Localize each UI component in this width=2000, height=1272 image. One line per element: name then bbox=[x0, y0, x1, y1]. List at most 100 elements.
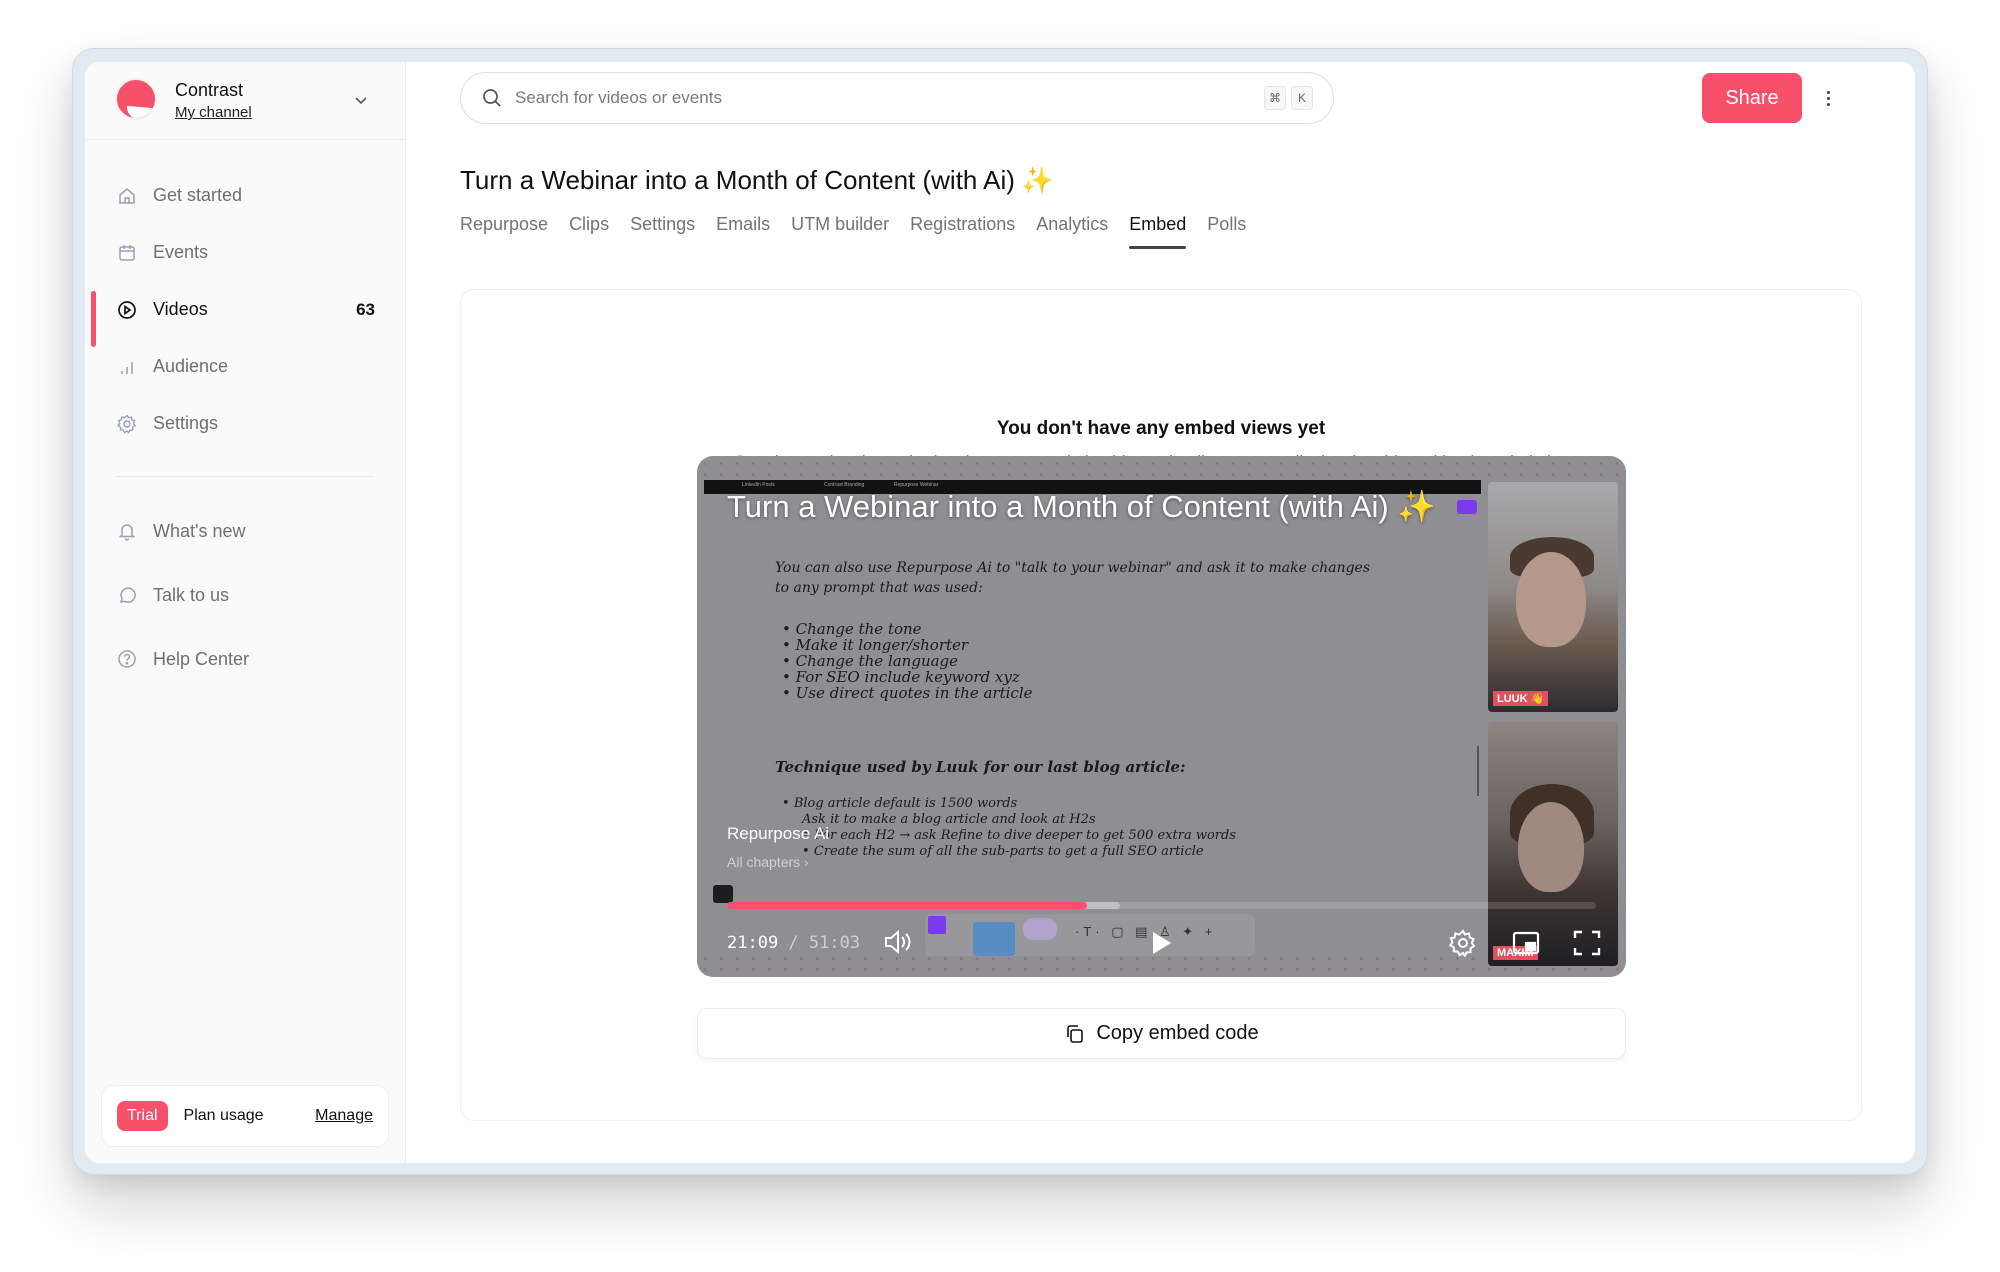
fullscreen-icon[interactable] bbox=[1573, 930, 1601, 956]
sidebar-item-get-started[interactable]: Get started bbox=[85, 167, 405, 224]
video-note-line: You can also use Repurpose Ai to "talk t… bbox=[775, 560, 1371, 576]
share-button[interactable]: Share bbox=[1702, 73, 1802, 123]
manage-plan-link[interactable]: Manage bbox=[315, 1107, 373, 1125]
embed-card: You don't have any embed views yet Start… bbox=[460, 289, 1862, 1121]
sidebar-item-label: Talk to us bbox=[153, 584, 230, 605]
videos-count-badge: 63 bbox=[356, 299, 375, 319]
brand-logo bbox=[115, 78, 157, 120]
home-icon bbox=[116, 185, 138, 207]
whiteboard-dots bbox=[697, 953, 1626, 975]
toolbar-tools: ·T· ▢ ▤ ♙ ✦ + bbox=[1075, 924, 1217, 939]
command-key: ⌘ bbox=[1264, 86, 1286, 110]
video-note-heading: Technique used by Luuk for our last blog… bbox=[775, 758, 1186, 776]
bell-icon bbox=[116, 520, 138, 542]
search-shortcut: ⌘ K bbox=[1264, 86, 1313, 110]
sidebar: Contrast My channel Get started Events V… bbox=[85, 62, 406, 1163]
channel-switcher[interactable]: Contrast My channel bbox=[85, 62, 405, 140]
all-chapters-link[interactable]: All chapters › bbox=[727, 854, 809, 870]
picture-in-picture-icon[interactable] bbox=[1512, 931, 1540, 955]
more-options-icon[interactable] bbox=[1818, 83, 1838, 113]
gear-icon bbox=[116, 413, 138, 435]
video-tabs: Repurpose Clips Settings Emails UTM buil… bbox=[460, 214, 1267, 249]
video-note-sub-bullet: • For each H2 → ask Refine to dive deepe… bbox=[802, 828, 1236, 843]
main-content: Search for videos or events ⌘ K Share Tu… bbox=[406, 62, 1915, 1163]
sidebar-item-label: Settings bbox=[153, 413, 219, 433]
sidebar-item-talk-to-us[interactable]: Talk to us bbox=[85, 563, 405, 627]
secondary-nav: What's new Talk to us Help Center bbox=[85, 499, 405, 691]
settings-gear-icon[interactable] bbox=[1449, 929, 1477, 957]
k-key: K bbox=[1291, 86, 1313, 110]
brand-name: Contrast bbox=[175, 80, 244, 100]
copy-embed-code-label: Copy embed code bbox=[1096, 1022, 1259, 1044]
sidebar-item-label: What's new bbox=[153, 520, 246, 541]
toolbar-sticky-note bbox=[973, 922, 1015, 956]
chevron-down-icon[interactable] bbox=[351, 90, 371, 110]
video-inner-scrollbar bbox=[1477, 746, 1479, 796]
sidebar-item-help-center[interactable]: Help Center bbox=[85, 627, 405, 691]
sidebar-item-label: Help Center bbox=[153, 648, 250, 669]
sidebar-item-videos[interactable]: Videos 63 bbox=[85, 281, 405, 347]
play-circle-icon bbox=[116, 299, 138, 321]
tab-embed[interactable]: Embed bbox=[1129, 214, 1187, 249]
chapter-title: Repurpose Ai bbox=[727, 824, 830, 843]
tab-repurpose[interactable]: Repurpose bbox=[460, 214, 548, 249]
speaker-face bbox=[1516, 552, 1586, 647]
volume-icon[interactable] bbox=[883, 928, 913, 956]
duration: 51:03 bbox=[808, 933, 861, 953]
tab-polls[interactable]: Polls bbox=[1207, 214, 1246, 249]
copy-icon bbox=[1067, 1024, 1084, 1043]
video-note-sub-bullet: • Blog article default is 1500 words bbox=[782, 796, 1018, 811]
sidebar-item-label: Events bbox=[153, 242, 209, 262]
calendar-icon bbox=[116, 242, 138, 264]
video-player[interactable]: LinkedIn Posts Contrast Branding Repurpo… bbox=[697, 456, 1626, 977]
sidebar-item-label: Videos bbox=[153, 299, 208, 319]
search-placeholder: Search for videos or events bbox=[515, 88, 722, 107]
sidebar-item-audience[interactable]: Audience bbox=[85, 338, 405, 395]
tab-clips[interactable]: Clips bbox=[569, 214, 609, 249]
sparkle-icon: ✨ bbox=[1020, 165, 1054, 195]
search-icon bbox=[483, 89, 501, 107]
whiteboard-dots bbox=[697, 458, 1626, 480]
page-title: Turn a Webinar into a Month of Content (… bbox=[460, 165, 1053, 196]
primary-nav: Get started Events Videos 63 Audience Se… bbox=[85, 167, 405, 452]
speaker-name-tag: LUUK 👋 bbox=[1493, 691, 1549, 706]
video-progress-fill bbox=[727, 902, 1087, 909]
video-note-line: to any prompt that was used: bbox=[775, 580, 983, 596]
tab-utm-builder[interactable]: UTM builder bbox=[791, 214, 889, 249]
sidebar-item-settings[interactable]: Settings bbox=[85, 395, 405, 452]
whiteboard-toolbar: ·T· ▢ ▤ ♙ ✦ + bbox=[925, 914, 1255, 956]
toolbar-pointer bbox=[928, 916, 946, 934]
bar-chart-icon bbox=[116, 356, 138, 378]
copy-embed-code-button[interactable]: Copy embed code bbox=[697, 1008, 1626, 1059]
sidebar-item-events[interactable]: Events bbox=[85, 224, 405, 281]
app-window: Contrast My channel Get started Events V… bbox=[85, 62, 1915, 1163]
video-note-sub-bullet: Ask it to make a blog article and look a… bbox=[802, 812, 1096, 827]
video-time: 21:09 / 51:03 bbox=[727, 933, 861, 953]
tab-emails[interactable]: Emails bbox=[716, 214, 770, 249]
video-share-chip bbox=[1457, 500, 1477, 514]
lock-icon bbox=[713, 885, 733, 903]
help-circle-icon bbox=[116, 648, 138, 670]
plan-usage-card: Trial Plan usage Manage bbox=[101, 1085, 389, 1147]
current-time: 21:09 bbox=[727, 933, 779, 953]
search-input[interactable]: Search for videos or events ⌘ K bbox=[460, 72, 1334, 124]
tab-analytics[interactable]: Analytics bbox=[1036, 214, 1108, 249]
chat-bubble-icon bbox=[116, 584, 138, 606]
sidebar-item-whats-new[interactable]: What's new bbox=[85, 499, 405, 563]
trial-badge: Trial bbox=[117, 1101, 168, 1131]
video-overlay-title: Turn a Webinar into a Month of Content (… bbox=[727, 489, 1436, 524]
play-icon[interactable] bbox=[1149, 930, 1173, 956]
speaker-camera: LUUK 👋 bbox=[1488, 482, 1618, 712]
sidebar-divider bbox=[116, 476, 374, 477]
sidebar-item-label: Get started bbox=[153, 185, 243, 205]
sidebar-item-label: Audience bbox=[153, 356, 229, 376]
plan-usage-label: Plan usage bbox=[183, 1107, 264, 1124]
toolbar-shapes bbox=[1023, 918, 1057, 940]
empty-state-title: You don't have any embed views yet bbox=[996, 418, 1326, 439]
tab-settings[interactable]: Settings bbox=[630, 214, 695, 249]
page-title-text: Turn a Webinar into a Month of Content (… bbox=[460, 165, 1015, 195]
tab-registrations[interactable]: Registrations bbox=[910, 214, 1015, 249]
my-channel-link[interactable]: My channel bbox=[175, 104, 252, 121]
video-note-bullet: • Use direct quotes in the article bbox=[782, 684, 1033, 702]
video-progress-bar[interactable] bbox=[727, 902, 1596, 909]
